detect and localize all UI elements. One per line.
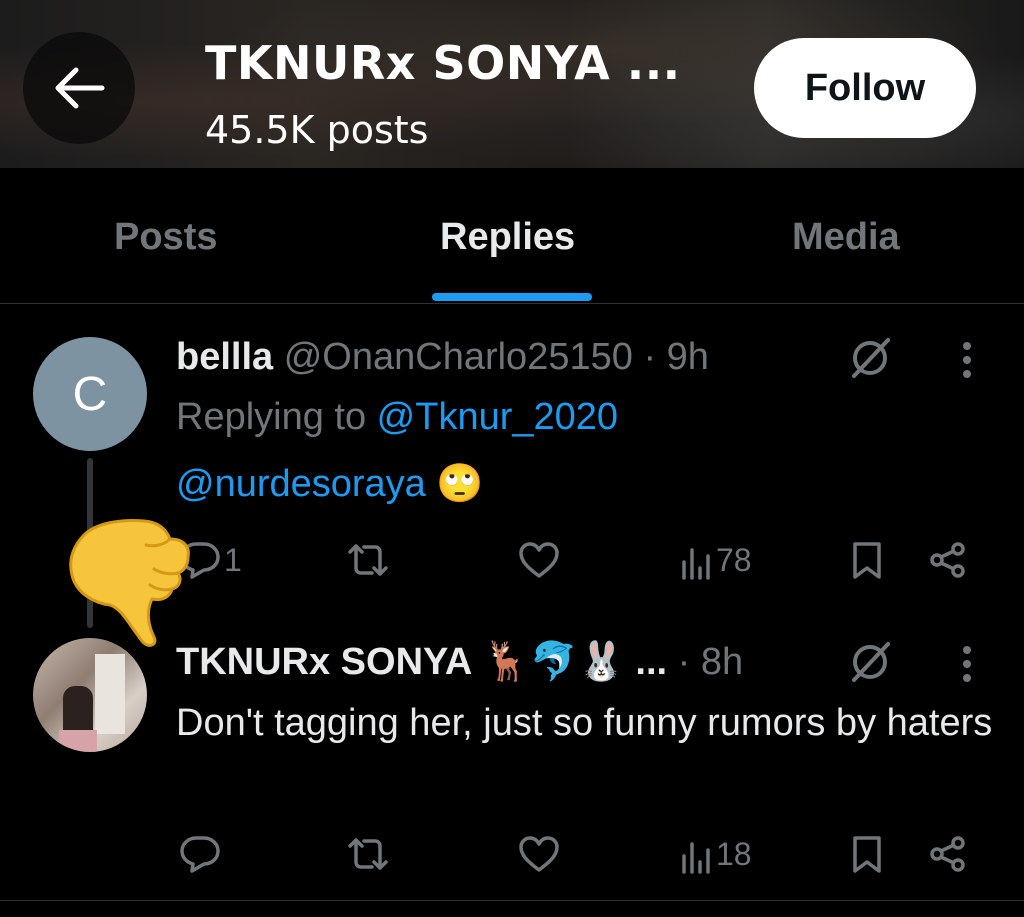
like-button[interactable] bbox=[517, 540, 561, 580]
views-button[interactable]: 18 bbox=[680, 834, 752, 874]
tab-posts[interactable]: Posts bbox=[114, 216, 217, 259]
post-header: bellla @OnanCharlo25150 · 9h bbox=[176, 336, 709, 379]
name-emojis: 🦌🐬🐰 bbox=[482, 641, 625, 683]
back-arrow-icon bbox=[55, 67, 105, 109]
eye-roll-emoji: 🙄 bbox=[436, 463, 484, 505]
replying-to-line: Replying to @Tknur_2020 bbox=[176, 396, 618, 439]
views-button[interactable]: 78 bbox=[680, 540, 752, 580]
posts-count: 45.5K posts bbox=[205, 108, 429, 152]
post-divider bbox=[0, 900, 1024, 901]
repost-button[interactable] bbox=[344, 540, 392, 580]
separator-dot: · bbox=[643, 336, 657, 378]
tab-media[interactable]: Media bbox=[792, 216, 900, 259]
views-count: 78 bbox=[716, 541, 752, 578]
author-name[interactable]: TKNURx SONYA bbox=[176, 641, 472, 683]
bookmark-icon bbox=[853, 542, 881, 579]
reply-button[interactable] bbox=[178, 834, 222, 874]
grok-icon[interactable] bbox=[848, 336, 892, 380]
post-time[interactable]: 8h bbox=[701, 641, 743, 683]
back-button[interactable] bbox=[23, 32, 135, 144]
name-ellipsis: ... bbox=[635, 641, 668, 683]
grok-icon[interactable] bbox=[848, 640, 892, 684]
thumbs-down-emoji bbox=[69, 519, 190, 647]
like-icon bbox=[519, 542, 559, 578]
author-handle[interactable]: @OnanCharlo25150 bbox=[284, 336, 633, 378]
more-icon[interactable] bbox=[961, 340, 973, 380]
repost-icon bbox=[348, 838, 388, 870]
active-tab-indicator bbox=[432, 293, 592, 301]
bookmark-icon bbox=[853, 836, 881, 873]
replying-to-handle[interactable]: @Tknur_2020 bbox=[377, 396, 618, 438]
avatar[interactable] bbox=[33, 638, 147, 752]
repost-button[interactable] bbox=[344, 834, 392, 874]
more-icon[interactable] bbox=[961, 644, 973, 684]
avatar-skirt bbox=[59, 730, 97, 752]
views-count: 18 bbox=[716, 835, 752, 872]
post-header: TKNURx SONYA 🦌🐬🐰 ... · 8h bbox=[176, 640, 743, 684]
like-button[interactable] bbox=[517, 834, 561, 874]
share-button[interactable] bbox=[928, 834, 968, 874]
post-text: @nurdesoraya 🙄 bbox=[176, 462, 484, 506]
avatar-background-door bbox=[95, 654, 125, 734]
profile-tabs: Posts Replies Media bbox=[0, 168, 1024, 304]
avatar[interactable]: C bbox=[33, 337, 147, 451]
profile-header: TKNURx SONYA ... 45.5K posts Follow bbox=[0, 0, 1024, 168]
mention-link[interactable]: @nurdesoraya bbox=[176, 463, 426, 505]
reply-icon bbox=[180, 836, 220, 873]
views-icon bbox=[682, 548, 710, 580]
views-icon bbox=[682, 842, 710, 874]
like-icon bbox=[519, 836, 559, 872]
reply-count: 1 bbox=[224, 541, 242, 578]
repost-icon bbox=[348, 544, 388, 576]
post-time[interactable]: 9h bbox=[667, 336, 709, 378]
share-icon bbox=[930, 542, 965, 578]
separator-dot: · bbox=[677, 641, 691, 683]
bookmark-button[interactable] bbox=[850, 540, 884, 580]
share-icon bbox=[930, 836, 965, 872]
bookmark-button[interactable] bbox=[850, 834, 884, 874]
follow-button[interactable]: Follow bbox=[754, 38, 976, 138]
post-text: Don't tagging her, just so funny rumors … bbox=[176, 702, 993, 744]
tab-replies[interactable]: Replies bbox=[440, 216, 575, 259]
profile-title: TKNURx SONYA ... bbox=[205, 36, 681, 90]
replying-to-label: Replying to bbox=[176, 396, 377, 438]
author-name[interactable]: bellla bbox=[176, 336, 273, 378]
share-button[interactable] bbox=[928, 540, 968, 580]
